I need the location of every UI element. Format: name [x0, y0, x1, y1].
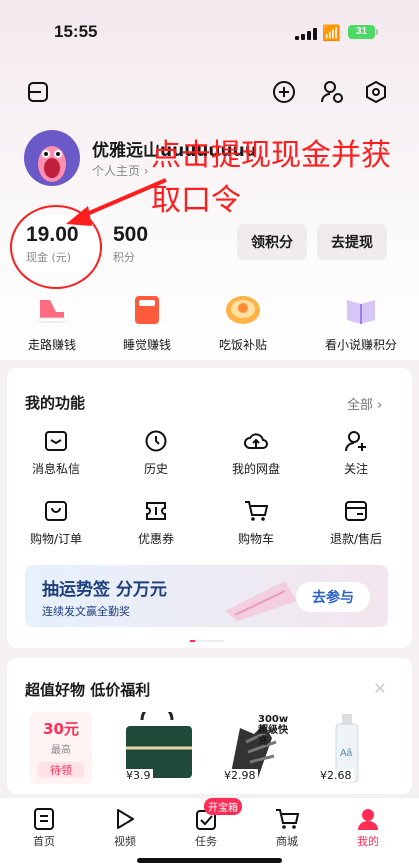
home-indicator [137, 858, 282, 863]
home-doc-icon [14, 804, 74, 830]
nav-label: 任务 [195, 835, 217, 848]
coupon-icon [106, 498, 206, 524]
product-card[interactable]: 300w 超级快充 ¥2.98 [220, 712, 296, 784]
func-refund[interactable]: 退款/售后 [306, 498, 406, 547]
func-label: 购物车 [237, 532, 274, 546]
func-label: 历史 [143, 462, 168, 476]
quick-sleep[interactable]: 睡觉赚钱 [97, 290, 197, 353]
quick-label: 走路赚钱 [27, 338, 76, 352]
product-card[interactable]: Aã ¥2.68 [318, 712, 378, 784]
food-bowl-icon [223, 290, 263, 330]
func-follow[interactable]: 关注 [306, 428, 406, 477]
cart-icon [206, 498, 306, 524]
settings-icon[interactable] [363, 78, 389, 106]
user-settings-icon[interactable] [318, 78, 346, 106]
clock-icon [106, 428, 206, 454]
coupon-card[interactable]: 30元 最高 待领 [30, 712, 92, 784]
treasure-badge: 开宝箱 [204, 798, 242, 815]
status-bar: 15:55 📶 31 [0, 22, 419, 46]
close-icon[interactable]: ✕ [372, 679, 388, 698]
menu-icon[interactable] [25, 78, 51, 106]
nav-tasks[interactable]: 任务 开宝箱 [176, 798, 242, 849]
battery-indicator: 31 [348, 25, 378, 39]
quick-label: 吃饭补贴 [218, 338, 267, 352]
func-label: 关注 [343, 462, 368, 476]
coupon-action[interactable]: 待领 [38, 762, 84, 778]
promo-banner[interactable]: 抽运势签 分万元 连续发文赢全勤奖 去参与 [25, 565, 388, 627]
add-friend-icon [306, 428, 406, 454]
order-box-icon [6, 498, 106, 524]
join-button[interactable]: 去参与 [296, 582, 370, 612]
func-cloud-drive[interactable]: 我的网盘 [206, 428, 306, 477]
func-label: 优惠券 [137, 532, 174, 546]
nav-label: 我的 [357, 835, 379, 848]
product-price: ¥2.98 [222, 769, 258, 782]
banner-title: 抽运势签 分万元 [42, 580, 167, 600]
wifi-icon: 📶 [322, 24, 341, 42]
nav-video[interactable]: 视频 [95, 804, 155, 849]
quick-label: 睡觉赚钱 [122, 338, 171, 352]
func-label: 退款/售后 [329, 532, 383, 546]
fortune-envelope-icon [225, 581, 297, 621]
points-label: 积分 [113, 251, 135, 264]
func-label: 消息私信 [31, 462, 80, 476]
play-icon [95, 804, 155, 830]
nav-home[interactable]: 首页 [14, 804, 74, 849]
annotation-text: 点击提现现金并获取口令 [151, 139, 391, 217]
product-promo: 300w 超级快充 [258, 714, 289, 747]
quick-walk[interactable]: 走路赚钱 [2, 290, 102, 353]
functions-title: 我的功能 [25, 394, 86, 412]
functions-all-link[interactable]: 全部 › [347, 394, 382, 413]
shop-cart-icon [257, 804, 317, 830]
func-orders[interactable]: 购物/订单 [6, 498, 106, 547]
message-icon [6, 428, 106, 454]
product-price: ¥2.68 [318, 769, 354, 782]
nav-me[interactable]: 我的 [338, 804, 398, 849]
product-price: ¥3.9 [124, 769, 153, 782]
product-card[interactable]: ¥3.9 [122, 703, 196, 784]
func-coupons[interactable]: 优惠券 [106, 498, 206, 547]
banner-subtitle: 连续发文赢全勤奖 [42, 605, 130, 618]
person-icon [338, 804, 398, 830]
signal-icon [295, 28, 317, 40]
nav-label: 视频 [114, 835, 136, 848]
nav-label: 商城 [276, 835, 298, 848]
sneaker-icon [32, 290, 72, 330]
add-icon[interactable] [271, 78, 297, 106]
refund-icon [306, 498, 406, 524]
cloud-upload-icon [206, 428, 306, 454]
func-label: 购物/订单 [29, 532, 83, 546]
earn-points-button[interactable]: 领积分 [237, 224, 307, 260]
quick-novel[interactable]: 看小说赚积分 [306, 290, 416, 353]
coupon-amount: 30元 [43, 720, 79, 738]
bottom-nav: 首页 视频 任务 开宝箱 商城 我的 [0, 797, 419, 867]
deals-title: 超值好物 低价福利 [25, 681, 151, 699]
status-time: 15:55 [54, 22, 98, 41]
func-cart[interactable]: 购物车 [206, 498, 306, 547]
quick-label: 看小说赚积分 [324, 338, 397, 352]
nav-shop[interactable]: 商城 [257, 804, 317, 849]
carousel-indicator [190, 640, 224, 642]
withdraw-button[interactable]: 去提现 [317, 224, 387, 260]
svg-text:Aã: Aã [340, 748, 353, 759]
sleep-icon [127, 290, 167, 330]
func-history[interactable]: 历史 [106, 428, 206, 477]
quick-food[interactable]: 吃饭补贴 [193, 290, 293, 353]
book-icon [341, 290, 381, 330]
coupon-desc: 最高 [51, 745, 71, 756]
func-label: 我的网盘 [231, 462, 280, 476]
func-messages[interactable]: 消息私信 [6, 428, 106, 477]
nav-label: 首页 [33, 835, 55, 848]
